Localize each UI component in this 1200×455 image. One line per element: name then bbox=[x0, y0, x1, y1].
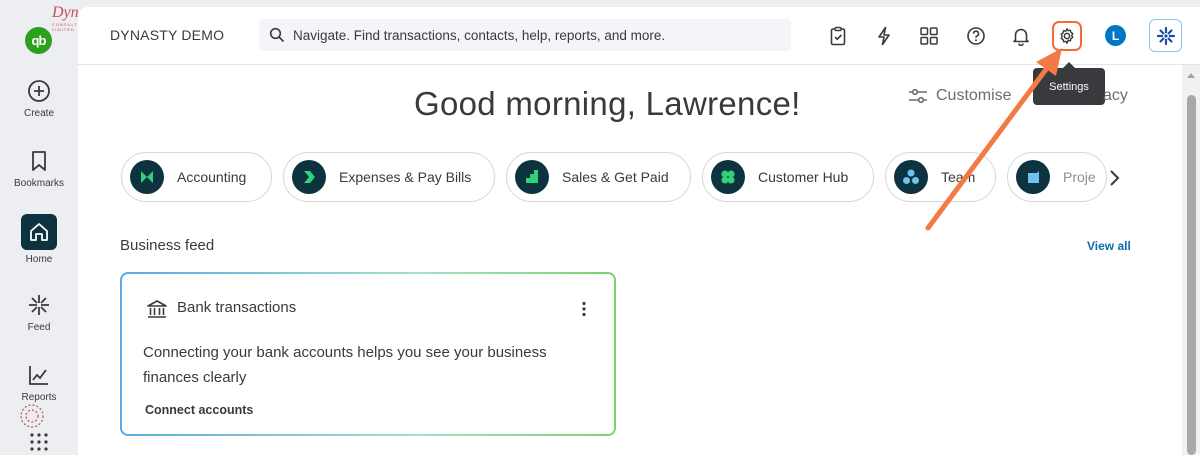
rail-item-create[interactable]: Create bbox=[0, 78, 78, 119]
rail-item-reports[interactable]: Reports bbox=[0, 362, 78, 403]
chevron-right-icon[interactable] bbox=[1104, 168, 1124, 188]
pill-accounting[interactable]: Accounting bbox=[121, 152, 272, 202]
sales-icon bbox=[515, 160, 549, 194]
pill-team[interactable]: Team bbox=[885, 152, 996, 202]
customer-hub-icon bbox=[711, 160, 745, 194]
scrollbar-thumb[interactable] bbox=[1187, 95, 1196, 455]
team-icon bbox=[894, 160, 928, 194]
pill-label: Team bbox=[941, 169, 976, 185]
rail-item-bookmarks[interactable]: Bookmarks bbox=[0, 148, 78, 189]
main-panel: DYNASTY DEMO L Settings Good morning, La… bbox=[78, 7, 1200, 455]
settings-tooltip: Settings bbox=[1033, 62, 1105, 105]
global-search[interactable] bbox=[259, 19, 791, 51]
lightning-icon bbox=[878, 26, 890, 46]
page-scrollbar[interactable] bbox=[1182, 65, 1200, 455]
plus-circle-icon bbox=[28, 80, 50, 102]
business-feed-title: Business feed bbox=[120, 237, 215, 254]
expenses-icon bbox=[292, 160, 326, 194]
pill-expenses[interactable]: Expenses & Pay Bills bbox=[283, 152, 495, 202]
pill-label: Sales & Get Paid bbox=[562, 169, 669, 185]
rail-item-label: Home bbox=[25, 254, 53, 265]
search-input[interactable] bbox=[293, 27, 773, 43]
rail-item-feed[interactable]: Feed bbox=[0, 292, 78, 333]
clipboard-check-icon bbox=[830, 26, 846, 46]
pill-label: Accounting bbox=[177, 169, 247, 185]
notifications-button[interactable] bbox=[1010, 25, 1032, 47]
gear-icon bbox=[1060, 28, 1074, 44]
rail-item-label: Feed bbox=[27, 322, 51, 333]
bank-icon bbox=[147, 300, 167, 318]
view-all-link[interactable]: View all bbox=[1087, 239, 1131, 253]
pill-customer-hub[interactable]: Customer Hub bbox=[702, 152, 874, 202]
connect-accounts-link[interactable]: Connect accounts bbox=[145, 403, 253, 417]
customise-button[interactable]: Customise bbox=[908, 87, 1012, 105]
privacy-toggle[interactable]: acy bbox=[1103, 87, 1128, 105]
help-button[interactable] bbox=[965, 25, 987, 47]
bookmark-icon bbox=[32, 151, 46, 171]
pill-sales[interactable]: Sales & Get Paid bbox=[506, 152, 691, 202]
rail-item-label: Bookmarks bbox=[13, 178, 64, 189]
assistant-sparkle-icon bbox=[1156, 26, 1175, 45]
pill-label: Customer Hub bbox=[758, 169, 849, 185]
quickbooks-logo[interactable]: qb bbox=[25, 27, 52, 54]
accounting-icon bbox=[130, 160, 164, 194]
apps-button[interactable] bbox=[918, 25, 940, 47]
user-avatar[interactable]: L bbox=[1105, 25, 1126, 46]
help-icon bbox=[967, 27, 985, 45]
scroll-up-arrow[interactable] bbox=[1187, 73, 1195, 78]
greeting-heading: Good morning, Lawrence! bbox=[414, 85, 801, 122]
bank-transactions-card: Bank transactions Connecting your bank a… bbox=[120, 272, 616, 436]
feed-sparkle-icon bbox=[29, 295, 49, 315]
pill-projects[interactable]: Proje bbox=[1007, 152, 1107, 202]
customise-label: Customise bbox=[936, 87, 1012, 104]
settings-button[interactable] bbox=[1052, 21, 1082, 51]
projects-icon bbox=[1016, 160, 1050, 194]
pill-label: Proje bbox=[1063, 169, 1096, 185]
company-name[interactable]: DYNASTY DEMO bbox=[110, 27, 224, 43]
home-icon bbox=[21, 214, 57, 250]
more-vertical-icon[interactable] bbox=[578, 300, 590, 318]
bell-icon bbox=[1013, 28, 1029, 46]
card-title: Bank transactions bbox=[177, 299, 297, 316]
shortcuts-button[interactable] bbox=[873, 25, 895, 47]
card-body: Connecting your bank accounts helps you … bbox=[143, 344, 547, 386]
sliders-icon bbox=[909, 88, 927, 104]
rail-item-home[interactable]: Home bbox=[0, 214, 78, 265]
assistant-button[interactable] bbox=[1149, 19, 1182, 52]
pill-label: Expenses & Pay Bills bbox=[339, 169, 472, 185]
left-navigation-rail: qb Create Bookmarks Home Feed Reports Dy… bbox=[0, 0, 104, 455]
more-apps-icon[interactable] bbox=[28, 430, 50, 455]
tasks-button[interactable] bbox=[827, 25, 849, 47]
line-chart-icon bbox=[29, 366, 48, 385]
search-icon bbox=[269, 27, 285, 43]
top-bar: DYNASTY DEMO L bbox=[78, 7, 1200, 65]
rail-item-label: Create bbox=[23, 108, 54, 119]
apps-icon bbox=[920, 27, 938, 45]
